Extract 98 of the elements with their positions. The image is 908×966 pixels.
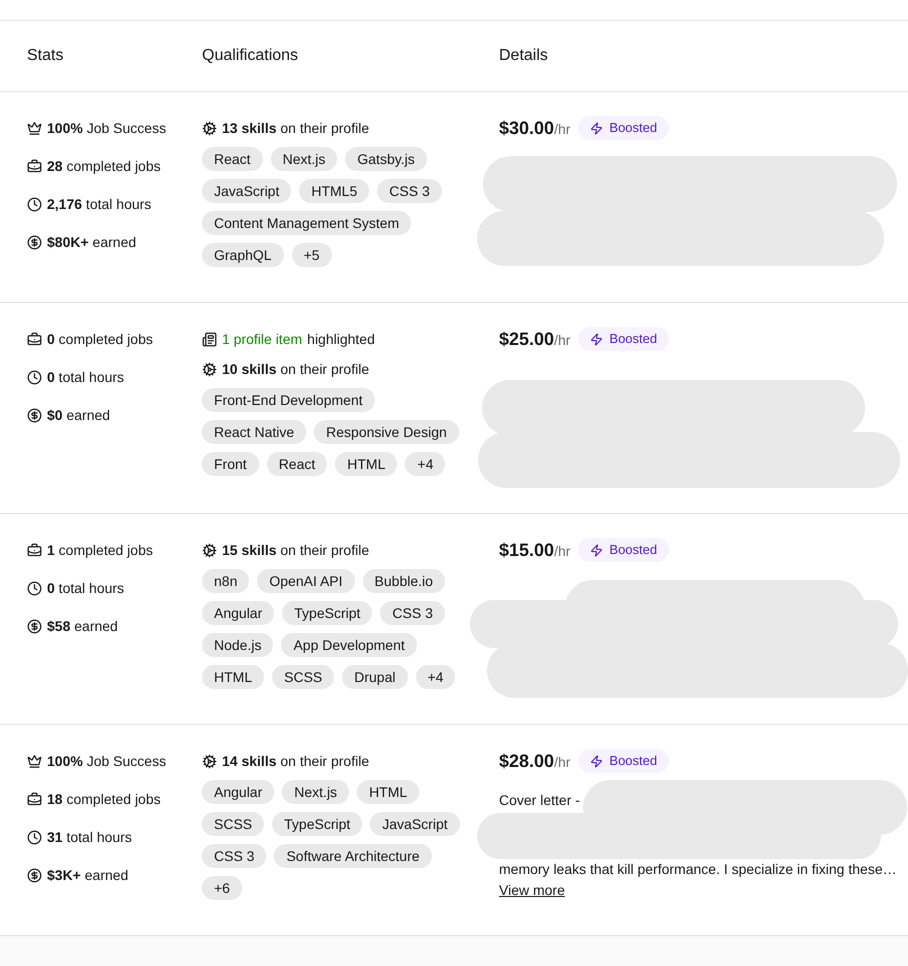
skills-summary: 15 skills on their profile [222, 540, 370, 560]
stat-text: 18 completed jobs [47, 790, 161, 809]
stat-text: 100% Job Success [47, 752, 166, 770]
stat-text: 0 completed jobs [47, 330, 153, 349]
skills-icon [202, 120, 217, 136]
crown-icon [27, 120, 42, 136]
skill-tag: CSS 3 [377, 179, 442, 203]
dollar-icon [27, 234, 42, 250]
hourly-rate: $28.00 [499, 750, 554, 772]
lightning-icon [590, 754, 604, 768]
skill-tag: App Development [281, 633, 417, 657]
skills-icon [202, 542, 217, 558]
stat-text: 0 total hours [47, 578, 124, 598]
skills-icon [202, 754, 217, 768]
clock-icon [27, 830, 42, 844]
stat-text: 1 completed jobs [47, 540, 153, 560]
column-header: Qualifications [202, 46, 300, 66]
stat-text: 2,176 total hours [47, 194, 152, 214]
column-header: Details [499, 46, 549, 66]
skill-tag: +4 [416, 665, 456, 689]
profile-item-icon [202, 332, 217, 346]
skill-tag: Bubble.io [362, 569, 445, 593]
skill-tag: OpenAI API [257, 569, 355, 593]
skills-icon [202, 362, 217, 376]
highlight-text: highlighted [307, 330, 375, 349]
briefcase-icon [27, 332, 42, 346]
boosted-badge: Boosted [578, 749, 670, 773]
dollar-icon [27, 408, 42, 422]
column-header: Stats [27, 46, 64, 66]
skill-tag: Content Management System [202, 211, 412, 235]
hourly-rate: $25.00 [499, 328, 554, 350]
dollar-icon [27, 868, 42, 882]
clock-icon [27, 370, 42, 384]
crown-icon [27, 754, 42, 768]
skill-tag: React Native [202, 420, 306, 444]
skill-tag: TypeScript [282, 601, 372, 625]
skill-tag: React [202, 147, 263, 171]
skill-tag: React [266, 452, 328, 476]
cover-letter-text: memory leaks that kill performance. I specialize in fixing these… [499, 860, 898, 879]
stat-text: 28 completed jobs [47, 156, 161, 176]
skill-tag: JavaScript [202, 179, 292, 203]
briefcase-icon [27, 542, 42, 558]
skill-tag: SCSS [272, 665, 334, 689]
boosted-badge: Boosted [578, 327, 670, 351]
stat-text: 31 total hours [47, 828, 132, 846]
stat-text: 100% Job Success [47, 118, 166, 138]
skill-tag: HTML [335, 452, 398, 476]
skill-tag: Angular [202, 601, 274, 625]
skill-tag: Node.js [202, 633, 274, 657]
rate-unit: /hr [554, 542, 570, 560]
boosted-badge: Boosted [578, 538, 670, 562]
skill-tag: GraphQL [202, 243, 284, 267]
skill-tag: HTML5 [299, 179, 370, 203]
stat-text: $80K+ earned [47, 232, 136, 252]
skill-tag: +5 [292, 243, 332, 267]
skill-tag: Drupal [342, 665, 408, 689]
skill-tag: CSS 3 [380, 601, 445, 625]
skill-tag: TypeScript [272, 812, 362, 836]
boosted-badge: Boosted [578, 116, 670, 140]
clock-icon [27, 580, 42, 596]
skill-tag: HTML [357, 780, 420, 804]
dollar-icon [27, 618, 42, 634]
skill-tag: Angular [202, 780, 274, 804]
skill-tag: JavaScript [370, 812, 460, 836]
skill-tag: Next.js [282, 780, 350, 804]
stat-text: $3K+ earned [47, 866, 128, 884]
lightning-icon [590, 122, 604, 134]
highlight-link[interactable]: 1 profile item [222, 328, 302, 350]
stat-text: $0 earned [47, 406, 110, 424]
briefcase-icon [27, 158, 42, 174]
skills-summary: 10 skills on their profile [222, 360, 370, 379]
skill-tag: n8n [202, 569, 250, 593]
briefcase-icon [27, 792, 42, 806]
skill-tag: Front [202, 452, 259, 476]
stat-text: 0 total hours [47, 368, 124, 386]
clock-icon [27, 196, 42, 212]
lightning-icon [590, 544, 604, 556]
hourly-rate: $30.00 [499, 116, 554, 140]
skill-tag: Software Architecture [274, 844, 432, 868]
cover-letter-label: Cover letter - [499, 791, 581, 810]
skill-tag: Front-End Development [202, 388, 375, 412]
view-more-link[interactable]: View more [499, 880, 565, 901]
skill-tag: CSS 3 [202, 844, 266, 868]
skills-summary: 14 skills on their profile [222, 752, 370, 771]
lightning-icon [590, 332, 604, 346]
rate-unit: /hr [554, 752, 570, 772]
skills-summary: 13 skills on their profile [222, 118, 370, 138]
skill-tag: Next.js [270, 147, 338, 171]
skill-tag: SCSS [202, 812, 264, 836]
skill-tag: +6 [202, 876, 242, 900]
stat-text: $58 earned [47, 616, 118, 636]
skill-tag: +4 [405, 452, 446, 476]
skill-tag: HTML [202, 665, 264, 689]
skill-tag: Responsive Design [314, 420, 459, 444]
rate-unit: /hr [554, 120, 570, 138]
skill-tag: Gatsby.js [345, 147, 427, 171]
rate-unit: /hr [554, 330, 570, 350]
hourly-rate: $15.00 [499, 538, 554, 562]
